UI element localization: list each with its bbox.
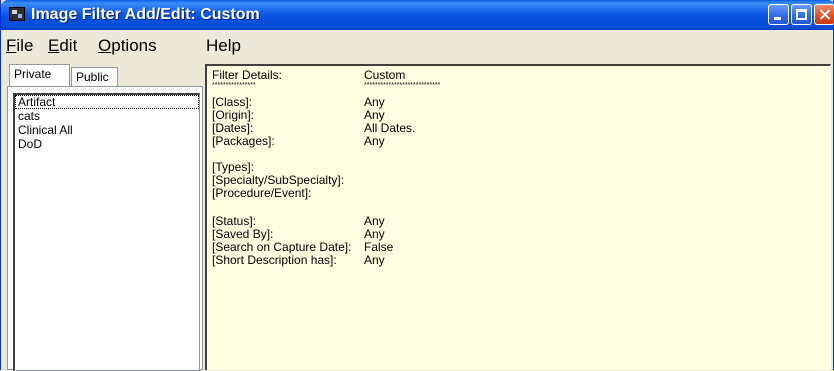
- menu-options-accel: O: [98, 36, 112, 55]
- list-item[interactable]: DoD: [15, 137, 199, 151]
- menu-edit[interactable]: Edit: [48, 36, 77, 56]
- detail-label-specialty: [Specialty/SubSpecialty]:: [212, 173, 345, 187]
- image-filter-window: Image Filter Add/Edit: Custom File Edit …: [0, 0, 834, 371]
- detail-label-dates: [Dates]:: [212, 121, 254, 135]
- menu-file[interactable]: File: [6, 36, 33, 56]
- film-camera-icon[interactable]: [9, 7, 25, 21]
- detail-value-saved-by: Any: [364, 227, 385, 241]
- details-header-value: Custom: [364, 68, 406, 82]
- detail-value-packages: Any: [364, 134, 385, 148]
- list-item[interactable]: Clinical All: [15, 123, 199, 137]
- menu-bar: File Edit Options Help: [1, 36, 834, 58]
- title-bar[interactable]: Image Filter Add/Edit: Custom: [1, 0, 834, 30]
- menu-edit-accel: E: [48, 36, 60, 55]
- tab-public[interactable]: Public: [71, 67, 118, 86]
- filter-list[interactable]: Artifact cats Clinical All DoD: [13, 93, 200, 371]
- detail-label-packages: [Packages]:: [212, 134, 275, 148]
- filter-tabs: Private Public Artifact cats Clinical Al…: [7, 64, 203, 371]
- list-item[interactable]: cats: [15, 109, 199, 123]
- detail-value-origin: Any: [364, 108, 385, 122]
- detail-label-saved-by: [Saved By]:: [212, 227, 274, 241]
- detail-label-origin: [Origin]:: [212, 108, 255, 122]
- maximize-button[interactable]: [791, 4, 812, 25]
- detail-label-status: [Status]:: [212, 214, 257, 228]
- details-header-label: Filter Details:: [212, 68, 283, 82]
- menu-options-rest: ptions: [111, 36, 157, 55]
- detail-value-short-description: Any: [364, 253, 385, 267]
- detail-value-status: Any: [364, 214, 385, 228]
- details-header-label-underline: ****************: [212, 82, 256, 89]
- details-header-value-underline: ****************************: [364, 82, 441, 89]
- menu-help-label: Help: [206, 36, 241, 55]
- close-button[interactable]: [814, 4, 834, 25]
- detail-value-capture-date: False: [364, 240, 394, 254]
- menu-options[interactable]: Options: [98, 36, 157, 56]
- filter-details-panel: Filter Details: Custom **************** …: [205, 64, 831, 370]
- list-item[interactable]: Artifact: [15, 95, 199, 109]
- detail-label-short-description: [Short Description has]:: [212, 253, 337, 267]
- menu-file-rest: ile: [16, 36, 34, 55]
- detail-label-class: [Class]:: [212, 95, 253, 109]
- menu-edit-rest: dit: [59, 36, 78, 55]
- detail-label-types: [Types]:: [212, 160, 255, 174]
- minimize-button[interactable]: [768, 4, 789, 25]
- detail-value-class: Any: [364, 95, 385, 109]
- menu-file-accel: F: [6, 36, 17, 55]
- detail-value-dates: All Dates.: [364, 121, 416, 135]
- window-title: Image Filter Add/Edit: Custom: [31, 6, 260, 23]
- tab-private[interactable]: Private: [9, 64, 70, 86]
- detail-label-capture-date: [Search on Capture Date]:: [212, 240, 352, 254]
- detail-label-procedure: [Procedure/Event]:: [212, 186, 312, 200]
- tab-panel-private: Artifact cats Clinical All DoD: [7, 86, 203, 371]
- menu-help[interactable]: Help: [206, 36, 241, 56]
